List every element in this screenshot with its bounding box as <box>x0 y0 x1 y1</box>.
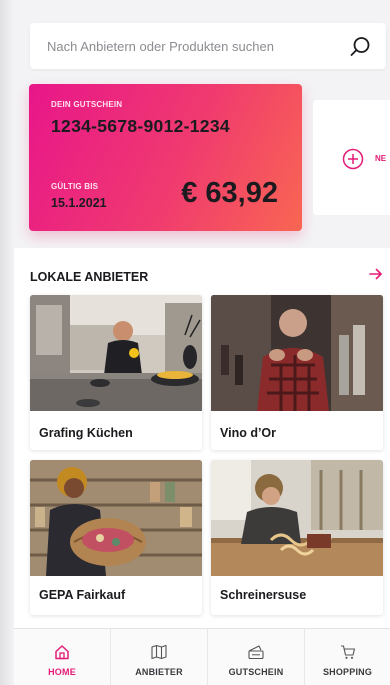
provider-photo <box>211 295 383 411</box>
nav-label: SHOPPING <box>322 667 373 677</box>
nav-label: GUTSCHEIN <box>228 667 284 677</box>
search-icon[interactable] <box>348 35 372 59</box>
arrow-right-icon[interactable] <box>368 266 384 282</box>
provider-card-vino-dor[interactable]: Vino d’Or <box>211 295 383 450</box>
provider-card-grafing-kuchen[interactable]: Grafing Küchen <box>30 295 202 450</box>
map-icon <box>151 644 167 660</box>
plus-circle-icon[interactable] <box>342 148 364 170</box>
cart-icon <box>340 645 355 659</box>
side-shadow <box>0 0 14 685</box>
provider-photo <box>211 460 383 576</box>
nav-label: HOME <box>48 667 76 677</box>
voucher-valid-label: GÜLTIG BIS <box>51 182 99 191</box>
nav-label: ANBIETER <box>135 667 183 677</box>
provider-photo <box>30 295 202 411</box>
nav-item-gutschein[interactable]: GUTSCHEIN <box>208 629 305 685</box>
search-bar[interactable] <box>30 23 386 69</box>
provider-name: Schreinersuse <box>220 588 307 602</box>
app-screen: DEIN GUTSCHEIN 1234-5678-9012-1234 GÜLTI… <box>0 0 390 685</box>
voucher-amount: € 63,92 <box>181 177 278 209</box>
provider-name: GEPA Fairkauf <box>39 588 126 602</box>
nav-item-shopping[interactable]: SHOPPING <box>305 629 390 685</box>
new-voucher-label: NE <box>375 154 387 163</box>
voucher-label: DEIN GUTSCHEIN <box>51 100 123 109</box>
voucher-code: 1234-5678-9012-1234 <box>51 116 230 136</box>
search-input[interactable] <box>30 23 327 69</box>
nav-item-anbieter[interactable]: ANBIETER <box>111 629 208 685</box>
provider-photo <box>30 460 202 576</box>
provider-card-schreinersuse[interactable]: Schreinersuse <box>211 460 383 615</box>
nav-item-home[interactable]: HOME <box>14 629 111 685</box>
provider-card-gepa-fairkauf[interactable]: GEPA Fairkauf <box>30 460 202 615</box>
provider-name: Grafing Küchen <box>39 426 133 440</box>
bottom-nav: HOME ANBIETER GUTSCHEIN SHOPPING <box>14 628 390 685</box>
section-title: LOKALE ANBIETER <box>30 270 149 284</box>
provider-name: Vino d’Or <box>220 426 277 440</box>
ticket-icon <box>248 645 264 660</box>
voucher-valid-date: 15.1.2021 <box>51 196 107 210</box>
home-icon <box>55 645 69 660</box>
